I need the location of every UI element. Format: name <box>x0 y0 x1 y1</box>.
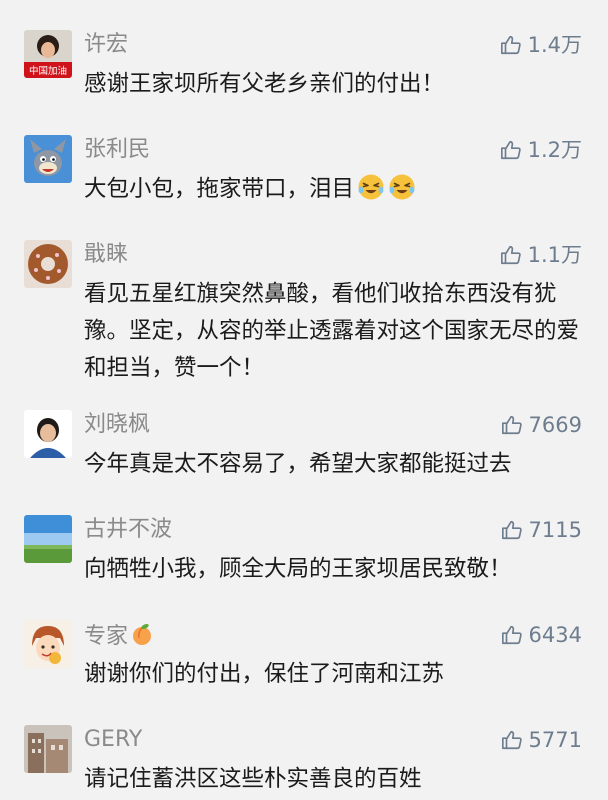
like-count: 5771 <box>528 728 582 752</box>
comment-text: 向牺牲小我，顾全大局的王家坝居民致敬！ <box>84 556 512 582</box>
thumbs-up-icon <box>501 519 523 541</box>
thumbs-up-icon <box>501 729 523 751</box>
thumbs-up-icon <box>500 244 522 266</box>
thumbs-up-icon <box>501 624 523 646</box>
like-count: 1.1万 <box>527 243 582 267</box>
like-button[interactable]: 1.1万 <box>500 242 582 268</box>
comment-text: 谢谢你们的付出，保住了河南和江苏 <box>84 661 445 687</box>
svg-text:中国加油: 中国加油 <box>29 65 67 77</box>
like-button[interactable]: 1.2万 <box>500 137 582 163</box>
crying-laughing-emoji <box>388 173 416 201</box>
username[interactable]: 许宏 <box>84 32 128 58</box>
avatar[interactable] <box>24 135 72 183</box>
like-button[interactable]: 6434 <box>501 622 582 648</box>
comment-text: 看见五星红旗突然鼻酸，看他们收拾东西没有犹豫。坚定，从容的举止透露着对这个国家无… <box>84 281 580 381</box>
username[interactable]: 刘晓枫 <box>84 412 150 438</box>
avatar[interactable] <box>24 240 72 288</box>
avatar[interactable] <box>24 620 72 668</box>
like-button[interactable]: 7669 <box>501 412 582 438</box>
username-text: 专家 <box>84 624 129 649</box>
like-count: 6434 <box>528 623 582 647</box>
comment-text: 感谢王家坝所有父老乡亲们的付出！ <box>84 71 445 97</box>
crying-laughing-emoji <box>357 173 385 201</box>
like-button[interactable]: 1.4万 <box>500 32 582 58</box>
username[interactable]: GERY <box>84 727 142 753</box>
like-count: 1.4万 <box>527 33 582 57</box>
username[interactable]: 戢睐 <box>84 242 128 268</box>
peach-emoji <box>130 622 154 646</box>
comment-text-content: 大包小包，拖家带口，泪目 <box>84 176 355 202</box>
like-count: 1.2万 <box>527 138 582 162</box>
avatar[interactable] <box>24 410 72 458</box>
avatar[interactable] <box>24 725 72 773</box>
thumbs-up-icon <box>501 414 523 436</box>
like-count: 7669 <box>528 413 582 437</box>
like-count: 7115 <box>528 518 582 542</box>
username[interactable]: 专家 <box>84 622 154 650</box>
thumbs-up-icon <box>500 139 522 161</box>
comment-text: 请记住蓄洪区这些朴实善良的百姓 <box>84 766 422 792</box>
comment-list: 中国加油 许宏 1.4万 感谢王家坝所有父老乡亲们的付出！ 张利民 1.2万 大… <box>0 0 608 800</box>
like-button[interactable]: 5771 <box>501 727 582 753</box>
avatar[interactable] <box>24 515 72 563</box>
comment-text: 大包小包，拖家带口，泪目 <box>84 171 584 208</box>
thumbs-up-icon <box>500 34 522 56</box>
comment-text: 今年真是太不容易了，希望大家都能挺过去 <box>84 451 512 477</box>
username[interactable]: 张利民 <box>84 137 150 163</box>
avatar[interactable]: 中国加油 <box>24 30 72 78</box>
like-button[interactable]: 7115 <box>501 517 582 543</box>
username[interactable]: 古井不波 <box>84 517 172 543</box>
